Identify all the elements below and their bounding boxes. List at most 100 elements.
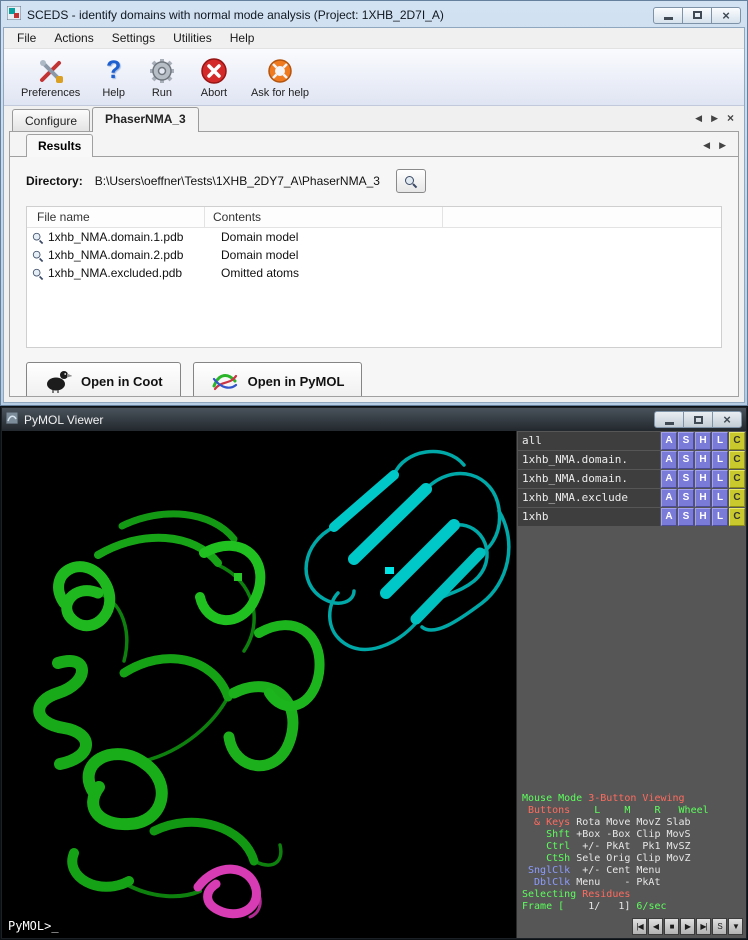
subtab-scroll-right-icon[interactable]: ▶ <box>719 140 726 151</box>
object-button-h[interactable]: H <box>695 432 711 450</box>
pymol-command-prompt[interactable]: PyMOL>_ <box>8 919 59 933</box>
object-button-l[interactable]: L <box>712 489 728 507</box>
menu-help[interactable]: Help <box>221 29 264 47</box>
sceds-titlebar[interactable]: SCEDS - identify domains with normal mod… <box>3 3 745 27</box>
close-button[interactable]: × <box>711 7 741 24</box>
movie-control-0[interactable]: |◀ <box>632 918 647 935</box>
magnifier-icon <box>32 231 43 242</box>
object-button-l[interactable]: L <box>712 508 728 526</box>
movie-control-6[interactable]: ▼ <box>728 918 743 935</box>
run-label: Run <box>152 87 172 99</box>
object-row: 1xhb_NMA.excludeASHLC <box>518 489 745 507</box>
open-in-coot-button[interactable]: Open in Coot <box>26 362 181 397</box>
run-gear-icon <box>147 55 177 86</box>
movie-control-2[interactable]: ■ <box>664 918 679 935</box>
object-button-c[interactable]: C <box>729 432 745 450</box>
open-in-pymol-button[interactable]: Open in PyMOL <box>193 362 363 397</box>
directory-label: Directory: <box>26 174 83 188</box>
abort-button[interactable]: Abort <box>190 53 238 101</box>
object-button-s[interactable]: S <box>678 489 694 507</box>
subtab-bar: Results ◀ ▶ <box>10 132 738 157</box>
tab-close-icon[interactable]: × <box>727 114 734 123</box>
file-table-body: 1xhb_NMA.domain.1.pdbDomain model1xhb_NM… <box>27 228 721 282</box>
maximize-button[interactable] <box>682 7 712 24</box>
menu-actions[interactable]: Actions <box>45 29 102 47</box>
object-button-l[interactable]: L <box>712 451 728 469</box>
minimize-button[interactable] <box>653 7 683 24</box>
coot-bird-icon <box>44 367 72 396</box>
tab-results[interactable]: Results <box>26 134 93 157</box>
menu-settings[interactable]: Settings <box>103 29 164 47</box>
abort-label: Abort <box>201 87 227 99</box>
movie-control-5[interactable]: S <box>712 918 727 935</box>
movie-control-3[interactable]: ▶ <box>680 918 695 935</box>
object-button-a[interactable]: A <box>661 432 677 450</box>
open-in-coot-label: Open in Coot <box>81 374 163 389</box>
pymol-app-icon <box>6 411 18 429</box>
mouse-help-panel: Mouse Mode 3-Button Viewing Buttons L M … <box>522 793 709 913</box>
pymol-close-button[interactable]: × <box>712 411 742 428</box>
ask-for-help-button[interactable]: Ask for help <box>242 53 318 101</box>
object-button-s[interactable]: S <box>678 470 694 488</box>
object-button-a[interactable]: A <box>661 470 677 488</box>
object-row: allASHLC <box>518 432 745 450</box>
object-button-c[interactable]: C <box>729 470 745 488</box>
menu-file[interactable]: File <box>8 29 45 47</box>
object-button-s[interactable]: S <box>678 432 694 450</box>
contents-cell: Domain model <box>207 248 298 262</box>
contents-cell: Omitted atoms <box>207 266 299 280</box>
object-button-c[interactable]: C <box>729 451 745 469</box>
object-name[interactable]: 1xhb_NMA.domain. <box>518 470 660 488</box>
mouse-help-line: & Keys Rota Move MovZ Slab <box>522 817 709 829</box>
mouse-help-line: Frame [ 1/ 1] 6/sec <box>522 901 709 913</box>
object-list: allASHLC1xhb_NMA.domain.ASHLC1xhb_NMA.do… <box>517 432 746 526</box>
help-button[interactable]: ? Help <box>93 53 134 101</box>
column-header-file-name[interactable]: File name <box>27 207 205 227</box>
magnifier-icon <box>404 175 417 188</box>
object-button-c[interactable]: C <box>729 489 745 507</box>
preferences-button[interactable]: Preferences <box>12 53 89 101</box>
subtab-scroll-left-icon[interactable]: ◀ <box>703 140 710 151</box>
browse-directory-button[interactable] <box>396 169 426 193</box>
object-button-h[interactable]: H <box>695 489 711 507</box>
object-button-l[interactable]: L <box>712 432 728 450</box>
close-icon: × <box>722 9 730 22</box>
object-name[interactable]: 1xhb_NMA.exclude <box>518 489 660 507</box>
table-row[interactable]: 1xhb_NMA.excluded.pdbOmitted atoms <box>27 264 721 282</box>
object-button-s[interactable]: S <box>678 451 694 469</box>
menu-utilities[interactable]: Utilities <box>164 29 221 47</box>
tab-scroll-right-icon[interactable]: ▶ <box>711 113 718 124</box>
object-button-s[interactable]: S <box>678 508 694 526</box>
object-button-c[interactable]: C <box>729 508 745 526</box>
object-button-a[interactable]: A <box>661 451 677 469</box>
pymol-viewport[interactable]: PyMOL>_ <box>2 431 516 938</box>
pymol-titlebar[interactable]: PyMOL Viewer × <box>2 408 746 431</box>
table-row[interactable]: 1xhb_NMA.domain.2.pdbDomain model <box>27 246 721 264</box>
tab-scroll-left-icon[interactable]: ◀ <box>695 113 702 124</box>
object-button-h[interactable]: H <box>695 508 711 526</box>
movie-control-1[interactable]: ◀ <box>648 918 663 935</box>
object-name[interactable]: 1xhb_NMA.domain. <box>518 451 660 469</box>
object-button-h[interactable]: H <box>695 451 711 469</box>
object-name[interactable]: 1xhb <box>518 508 660 526</box>
pymol-ribbon-icon <box>211 368 239 395</box>
object-button-a[interactable]: A <box>661 489 677 507</box>
preferences-icon <box>36 55 66 86</box>
preferences-label: Preferences <box>21 87 80 99</box>
pymol-maximize-button[interactable] <box>683 411 713 428</box>
object-button-h[interactable]: H <box>695 470 711 488</box>
object-name[interactable]: all <box>518 432 660 450</box>
mouse-help-line: Selecting Residues <box>522 889 709 901</box>
pymol-minimize-button[interactable] <box>654 411 684 428</box>
file-table: File name Contents 1xhb_NMA.domain.1.pdb… <box>26 206 722 348</box>
minimize-icon <box>665 422 674 425</box>
object-button-a[interactable]: A <box>661 508 677 526</box>
run-button[interactable]: Run <box>138 53 186 101</box>
tab-configure[interactable]: Configure <box>12 109 90 132</box>
tab-phasernma-3[interactable]: PhaserNMA_3 <box>92 107 199 132</box>
movie-control-4[interactable]: ▶| <box>696 918 711 935</box>
column-header-contents[interactable]: Contents <box>205 207 443 227</box>
table-row[interactable]: 1xhb_NMA.domain.1.pdbDomain model <box>27 228 721 246</box>
menu-bar: FileActionsSettingsUtilitiesHelp <box>4 28 744 49</box>
object-button-l[interactable]: L <box>712 470 728 488</box>
